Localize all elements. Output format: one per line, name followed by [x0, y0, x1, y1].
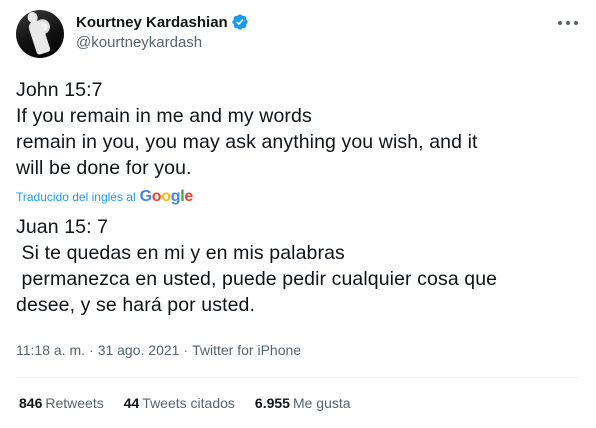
tweet-stats: 846 Retweets 44 Tweets citados 6.955 Me gus…	[19, 395, 371, 411]
tweet-source[interactable]: Twitter for iPhone	[192, 342, 301, 358]
likes-label: Me gusta	[292, 395, 351, 411]
tweet-time[interactable]: 11:18 a. m.	[16, 342, 85, 358]
retweets-stat[interactable]: 846 Retweets	[19, 395, 104, 411]
divider	[16, 377, 580, 378]
dot	[558, 21, 562, 25]
meta-separator: ·	[89, 342, 94, 358]
quotes-label: Tweets citados	[142, 395, 235, 411]
translation-label: Traducido del inglés al	[16, 190, 136, 204]
tweet-header: Kourtney Kardashian @kourtneykardash	[16, 10, 580, 58]
quotes-stat[interactable]: 44 Tweets citados	[124, 395, 235, 411]
meta-separator: ·	[183, 342, 189, 358]
quotes-count: 44	[123, 395, 140, 411]
retweets-count: 846	[19, 395, 43, 411]
author-display-name[interactable]: Kourtney Kardashian	[76, 14, 228, 31]
tweet-meta: 11:18 a. m. · 31 ago. 2021 · Twitter for…	[16, 342, 301, 358]
author-name-row: Kourtney Kardashian	[76, 13, 249, 31]
google-logo: Google	[139, 188, 194, 205]
avatar-figure	[27, 18, 51, 56]
translation-attribution[interactable]: Traducido del inglés al Google	[16, 188, 193, 206]
verified-badge-icon	[232, 14, 248, 30]
avatar[interactable]	[16, 10, 64, 58]
retweets-label: Retweets	[45, 395, 104, 411]
tweet-date[interactable]: 31 ago. 2021	[98, 342, 180, 358]
tweet-translated-text: Juan 15: 7 Si te quedas en mi y en mis p…	[16, 216, 498, 316]
more-options-icon[interactable]	[558, 16, 578, 30]
dot	[566, 21, 570, 25]
author-handle[interactable]: @kourtneykardash	[76, 34, 202, 51]
dot	[574, 21, 578, 25]
likes-stat[interactable]: 6.955 Me gusta	[255, 395, 351, 411]
likes-count: 6.955	[254, 395, 290, 411]
tweet-original-text: John 15:7 If you remain in me and my wor…	[16, 79, 478, 179]
